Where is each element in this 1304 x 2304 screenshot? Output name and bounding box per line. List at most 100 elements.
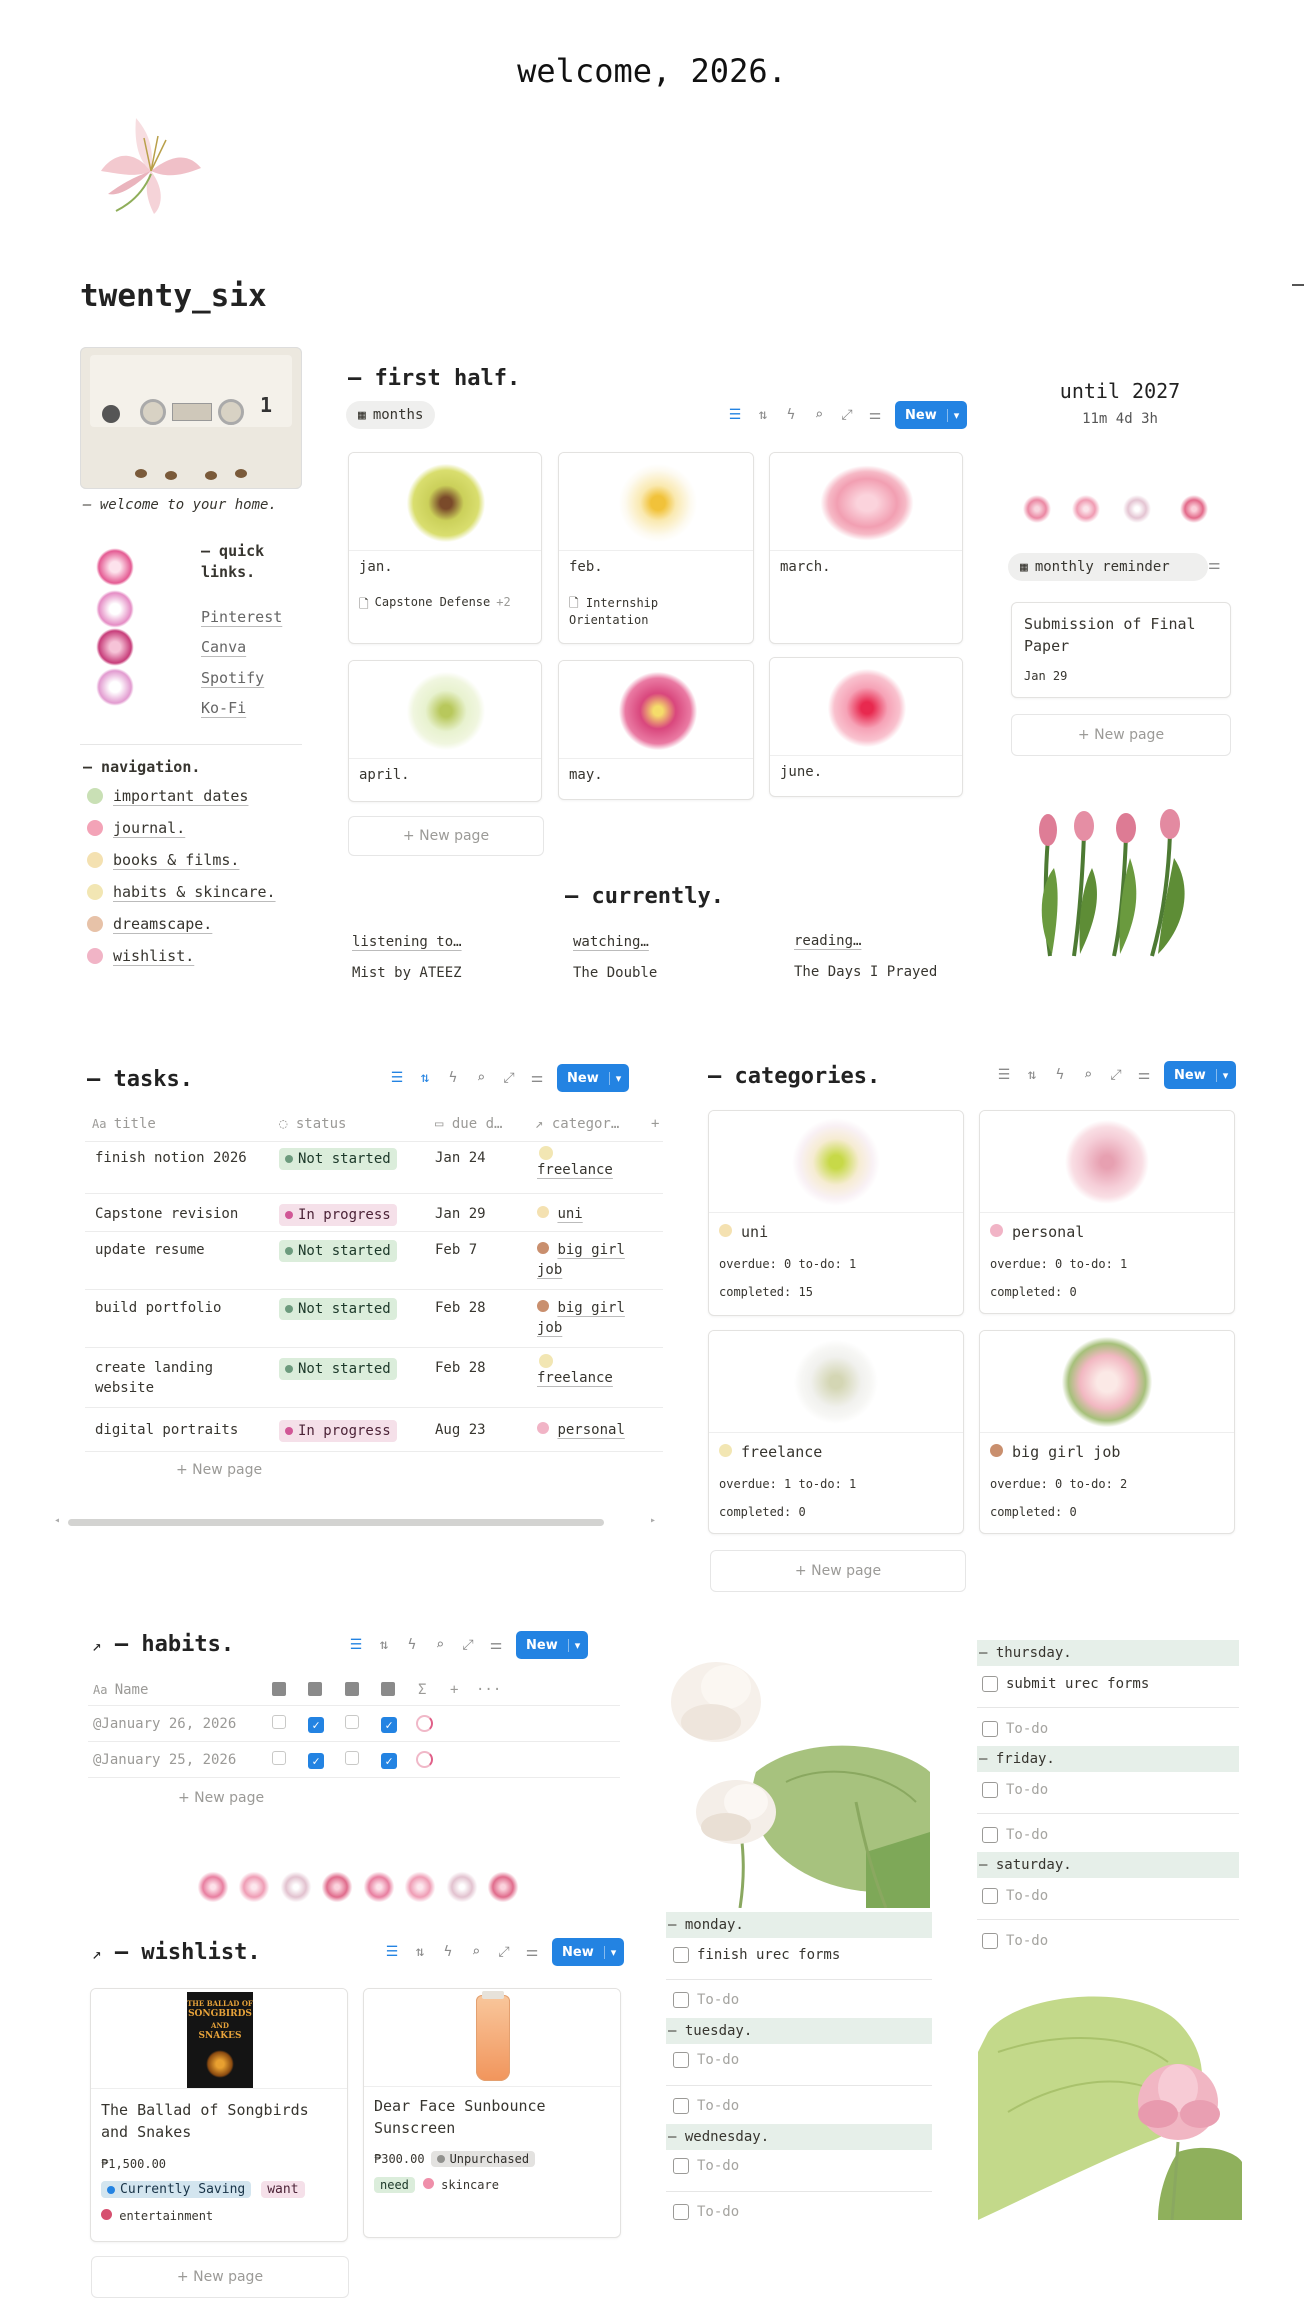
nav-important-dates[interactable]: important dates [87,787,248,805]
search-icon[interactable]: ⌕ [468,1944,484,1960]
nav-habits-skincare[interactable]: habits & skincare. [87,883,276,901]
chevron-down-icon[interactable]: ▾ [603,1945,616,1959]
event-link[interactable]: 🗋 Capstone Defense +2 [359,595,511,616]
settings-icon[interactable]: ⚌ [524,1944,540,1960]
new-button[interactable]: New ▾ [1164,1061,1237,1089]
new-button[interactable]: New ▾ [557,1064,630,1092]
event-link[interactable]: 🗋 Internship Orientation [569,595,739,629]
nav-dreamscape[interactable]: dreamscape. [87,915,212,933]
todo-checkbox[interactable] [982,1827,998,1843]
expand-icon[interactable]: ⤢ [501,1070,517,1086]
filter-icon[interactable]: ☰ [348,1637,364,1653]
chevron-down-icon[interactable]: ▾ [1215,1068,1228,1082]
todo-placeholder[interactable]: To-do [982,1933,1048,1949]
search-icon[interactable]: ⌕ [473,1070,489,1086]
month-card-feb[interactable]: feb. 🗋 Internship Orientation [558,452,754,644]
category-card-personal[interactable]: personal overdue: 0 to-do: 1 completed: … [979,1110,1235,1314]
todo-placeholder[interactable]: To-do [673,2158,739,2174]
table-row[interactable]: build portfolio Not started Feb 28 big g… [85,1290,663,1348]
table-row[interactable]: digital portraits In progress Aug 23 per… [85,1408,663,1452]
wishlist-card-sunscreen[interactable]: Dear Face Sunbounce Sunscreen ₱300.00 Un… [363,1988,621,2238]
filter-icon[interactable]: ☰ [996,1067,1012,1083]
scroll-right-icon[interactable]: ▸ [650,1515,656,1526]
month-card-may[interactable]: may. [558,660,754,800]
nav-books-films[interactable]: books & films. [87,851,239,869]
todo-checkbox[interactable] [673,2158,689,2174]
sort-icon[interactable]: ⇅ [1024,1067,1040,1083]
view-tab-monthly-reminder[interactable]: ▦ monthly reminder [1008,553,1208,581]
todo-checkbox[interactable] [673,2204,689,2220]
todo-checkbox[interactable] [673,1992,689,2008]
sort-icon[interactable]: ⇅ [417,1070,433,1086]
automation-icon[interactable]: ϟ [445,1070,461,1086]
table-row[interactable]: finish notion 2026 Not started Jan 24 fr… [85,1142,663,1194]
habit-checkbox[interactable] [272,1715,286,1729]
category-card-uni[interactable]: uni overdue: 0 to-do: 1 completed: 15 [708,1110,964,1316]
habit-checkbox[interactable] [272,1751,286,1765]
todo-placeholder[interactable]: To-do [982,1827,1048,1843]
new-button[interactable]: New ▾ [895,401,968,429]
new-button[interactable]: New ▾ [516,1631,589,1659]
chevron-down-icon[interactable]: ▾ [946,408,959,422]
link-canva[interactable]: Canva [201,638,246,656]
todo-placeholder[interactable]: To-do [673,1992,739,2008]
expand-icon[interactable]: ⤢ [460,1637,476,1653]
sort-icon[interactable]: ⇅ [755,407,771,423]
todo-checkbox[interactable] [982,1721,998,1737]
habit-checkbox[interactable]: ✓ [308,1717,324,1733]
habit-checkbox[interactable] [345,1751,359,1765]
nav-wishlist[interactable]: wishlist. [87,947,194,965]
add-column-icon[interactable]: + [450,1680,458,1700]
wishlist-card-book[interactable]: THE BALLAD OF SONGBIRDS AND SNAKES The B… [90,1988,348,2242]
nav-journal[interactable]: journal. [87,819,185,837]
month-card-march[interactable]: march. [769,452,963,644]
todo-placeholder[interactable]: To-do [982,1888,1048,1904]
expand-icon[interactable]: ⤢ [839,407,855,423]
month-card-april[interactable]: april. [348,660,542,802]
todo-checkbox[interactable] [982,1888,998,1904]
category-card-freelance[interactable]: freelance overdue: 1 to-do: 1 completed:… [708,1330,964,1534]
sort-icon[interactable]: ⇅ [412,1944,428,1960]
more-icon[interactable]: ··· [476,1680,501,1700]
todo-placeholder[interactable]: To-do [673,2052,739,2068]
new-page-button[interactable]: + New page [710,1550,966,1592]
sort-icon[interactable]: ⇅ [376,1637,392,1653]
settings-icon[interactable]: ⚌ [1208,557,1221,573]
table-row[interactable]: update resume Not started Feb 7 big girl… [85,1232,663,1290]
todo-checkbox[interactable] [982,1782,998,1798]
expand-icon[interactable]: ⤢ [1108,1067,1124,1083]
new-button[interactable]: New ▾ [552,1938,625,1966]
new-page-button[interactable]: + New page [91,2256,349,2298]
view-tab-months[interactable]: ▦ months [346,401,436,429]
filter-icon[interactable]: ☰ [389,1070,405,1086]
habit-checkbox[interactable] [345,1715,359,1729]
chevron-down-icon[interactable]: ▾ [567,1638,580,1652]
automation-icon[interactable]: ϟ [1052,1067,1068,1083]
filter-icon[interactable]: ☰ [384,1944,400,1960]
chevron-down-icon[interactable]: ▾ [608,1071,621,1085]
todo-placeholder[interactable]: To-do [982,1721,1048,1737]
reminder-card[interactable]: Submission of Final Paper Jan 29 [1011,602,1231,698]
table-row[interactable]: Capstone revision In progress Jan 29 uni [85,1194,663,1232]
new-page-button[interactable]: + New page [348,816,544,856]
search-icon[interactable]: ⌕ [432,1637,448,1653]
automation-icon[interactable]: ϟ [440,1944,456,1960]
habit-checkbox[interactable]: ✓ [381,1753,397,1769]
new-page-button[interactable]: + New page [1011,714,1231,756]
settings-icon[interactable]: ⚌ [867,407,883,423]
new-page-button[interactable]: + New page [176,1462,262,1478]
month-card-jan[interactable]: jan. 🗋 Capstone Defense +2 [348,452,542,644]
link-spotify[interactable]: Spotify [201,669,264,687]
expand-icon[interactable]: ⤢ [496,1944,512,1960]
table-row[interactable]: @January 26, 2026 ✓ ✓ [88,1706,620,1742]
link-kofi[interactable]: Ko-Fi [201,699,246,717]
link-pinterest[interactable]: Pinterest [201,608,282,626]
habit-checkbox[interactable]: ✓ [308,1753,324,1769]
todo-placeholder[interactable]: To-do [673,2098,739,2114]
settings-icon[interactable]: ⚌ [1136,1067,1152,1083]
add-column-icon[interactable]: + [651,1114,659,1134]
settings-icon[interactable]: ⚌ [488,1637,504,1653]
todo-item[interactable]: submit urec forms [982,1676,1149,1692]
category-card-big-girl-job[interactable]: big girl job overdue: 0 to-do: 2 complet… [979,1330,1235,1534]
table-row[interactable]: create landing website Not started Feb 2… [85,1348,663,1408]
